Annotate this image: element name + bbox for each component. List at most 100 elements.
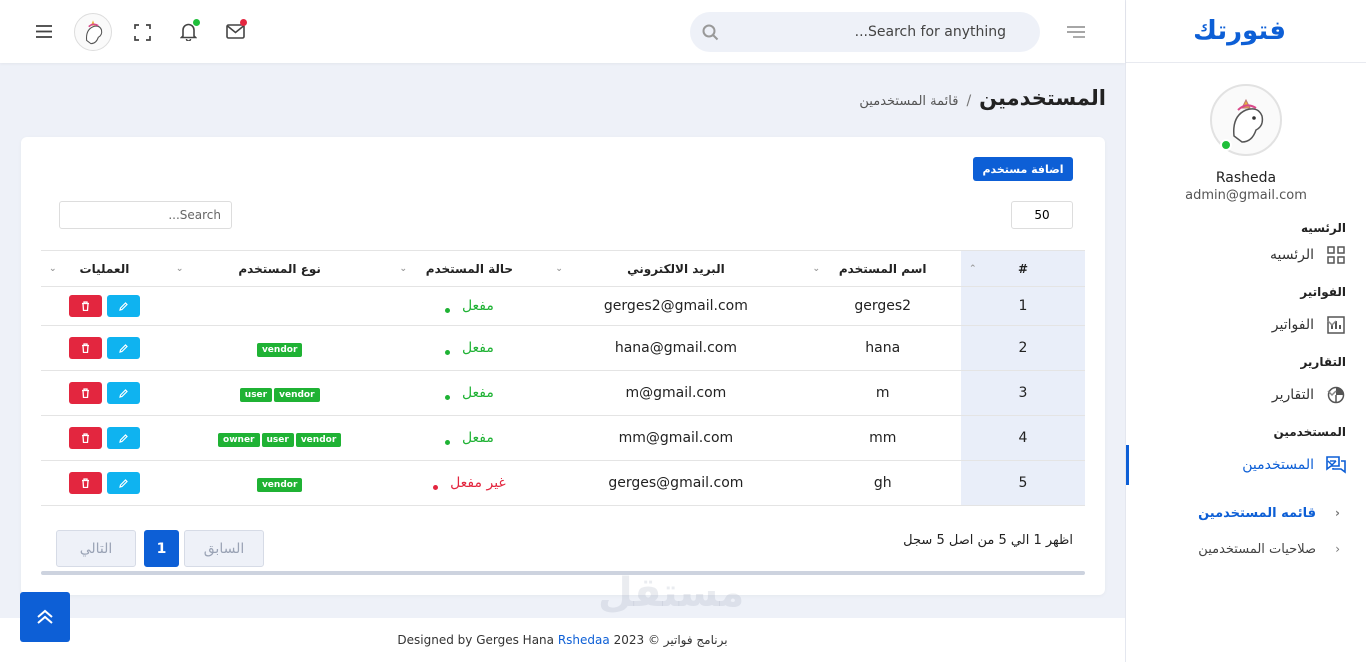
pagination-page-1[interactable]: 1: [144, 530, 179, 567]
cell-status: مفعل: [391, 415, 548, 461]
fullscreen-icon[interactable]: [134, 24, 151, 41]
trash-icon: [81, 433, 89, 443]
sidebar-item-home[interactable]: الرئسيه: [1126, 235, 1366, 275]
delete-button[interactable]: [68, 427, 102, 449]
sort-icon: ⌃: [969, 264, 977, 274]
page-title: المستخدمين: [979, 86, 1106, 110]
page-length-select[interactable]: [1011, 201, 1073, 229]
role-badge: owner: [218, 432, 260, 447]
mail-icon[interactable]: [226, 24, 245, 39]
delete-button[interactable]: [68, 295, 102, 317]
header-avatar[interactable]: [74, 13, 112, 51]
status-badge: مفعل: [444, 298, 494, 314]
cell-user-type: vendor: [167, 325, 392, 371]
status-dot: [444, 439, 450, 445]
section-title-users: المستخدمين: [1273, 425, 1346, 439]
edit-button[interactable]: [106, 382, 140, 404]
pagination-next-button[interactable]: التالي: [56, 530, 136, 567]
column-header-type[interactable]: نوع المستخدم ⌄: [167, 250, 392, 287]
role-badge: vendor: [256, 342, 303, 357]
hamburger-menu-icon[interactable]: [35, 24, 53, 39]
pencil-icon: [119, 433, 128, 443]
trash-icon: [81, 388, 89, 398]
sidebar-subitem-users-permissions[interactable]: ‹ صلاحيات المستخدمين: [1126, 531, 1366, 567]
cell-status: مفعل: [391, 286, 548, 326]
sidebar: فتورتك Rasheda admin@gmail.com الرئسيه ا…: [1125, 0, 1366, 662]
sidebar-item-reports[interactable]: التقارير: [1126, 375, 1366, 415]
cell-username: m: [804, 370, 961, 416]
pagination-prev-button[interactable]: السابق: [184, 530, 264, 567]
status-dot: [444, 307, 450, 313]
double-chevron-up-icon: [37, 609, 53, 624]
chevron-down-icon: [1327, 390, 1337, 397]
column-header-name[interactable]: اسم المستخدم ⌄: [804, 250, 961, 287]
edit-button[interactable]: [106, 337, 140, 359]
footer-link[interactable]: Rshedaa: [558, 633, 610, 647]
breadcrumb[interactable]: قائمة المستخدمين: [859, 94, 958, 109]
cell-username: mm: [804, 415, 961, 461]
profile-name: Rasheda: [1215, 170, 1277, 186]
sidebar-item-label: المستخدمين: [1242, 457, 1314, 473]
chevron-left-icon: ‹: [1335, 506, 1340, 520]
align-menu-icon[interactable]: [1066, 25, 1086, 39]
delete-button[interactable]: [68, 472, 102, 494]
sidebar-item-label: الرئسيه: [1270, 247, 1314, 263]
status-dot: [444, 349, 450, 355]
sidebar-item-users[interactable]: المستخدمين: [1126, 445, 1366, 485]
delete-button[interactable]: [68, 382, 102, 404]
chevron-left-icon: ‹: [1335, 542, 1340, 556]
online-status-dot: [1220, 139, 1232, 151]
column-header-status[interactable]: حالة المستخدم ⌄: [391, 250, 548, 287]
mail-dot: [240, 19, 247, 26]
table-row: 2 hana hana@gmail.com مفعل vendor: [41, 325, 1085, 371]
table-info: اظهر 1 الي 5 من اصل 5 سجل: [903, 533, 1073, 548]
table-header-row: # ⌃ اسم المستخدم ⌄ البريد الالكتروني ⌄ حالة…: [41, 250, 1085, 287]
cell-username: gh: [804, 460, 961, 506]
table-search-input[interactable]: [59, 201, 232, 229]
sidebar-subitem-users-list[interactable]: ‹ قائمه المستخدمين: [1126, 495, 1366, 531]
avatar[interactable]: [1210, 84, 1282, 156]
edit-button[interactable]: [106, 427, 140, 449]
cell-actions: [41, 286, 168, 326]
cell-email: m@gmail.com: [547, 370, 805, 416]
role-badge: user: [239, 387, 273, 402]
status-badge: مفعل: [444, 430, 494, 446]
cell-actions: [41, 325, 168, 371]
user-profile: Rasheda admin@gmail.com: [1126, 63, 1366, 203]
breadcrumb-separator: /: [966, 93, 972, 109]
cell-email: mm@gmail.com: [547, 415, 805, 461]
edit-button[interactable]: [106, 472, 140, 494]
delete-button[interactable]: [68, 337, 102, 359]
cell-index: 2: [961, 325, 1085, 371]
brand-logo[interactable]: فتورتك: [1126, 0, 1366, 63]
sort-icon: ⌄: [399, 264, 408, 274]
role-badge: vendor: [256, 477, 303, 492]
cell-status: مفعل: [391, 370, 548, 416]
edit-button[interactable]: [106, 295, 140, 317]
section-title-home: الرئسيه: [1301, 221, 1346, 235]
role-badge: vendor: [295, 432, 342, 447]
cell-user-type: vendor: [167, 460, 392, 506]
chevron-down-icon: [1327, 320, 1337, 327]
horizontal-scrollbar[interactable]: [41, 571, 1085, 575]
table-row: 1 gerges2 gerges2@gmail.com مفعل: [41, 286, 1085, 326]
footer: برنامج فواتير © 2023 Designed by Gerges …: [0, 618, 1125, 662]
sidebar-item-invoices[interactable]: الفواتير: [1126, 305, 1366, 345]
scroll-to-top-button[interactable]: [20, 592, 70, 642]
cell-status: غير مفعل: [391, 460, 548, 506]
cell-email: gerges@gmail.com: [547, 460, 805, 506]
sort-icon: ⌄: [49, 264, 57, 274]
column-header-actions[interactable]: العمليات ⌄: [41, 250, 168, 287]
search-input[interactable]: [730, 12, 1030, 52]
global-search: [690, 12, 1040, 52]
sidebar-item-label: الفواتير: [1271, 317, 1314, 333]
page-header: المستخدمين / قائمة المستخدمين: [859, 86, 1106, 110]
pencil-icon: [119, 301, 128, 311]
column-header-email[interactable]: البريد الالكتروني ⌄: [547, 250, 805, 287]
add-user-button[interactable]: اضافة مستخدم: [973, 157, 1073, 181]
section-title-reports: التقارير: [1300, 355, 1346, 369]
column-header-index[interactable]: # ⌃: [961, 250, 1085, 287]
cell-email: hana@gmail.com: [547, 325, 805, 371]
trash-icon: [81, 343, 89, 353]
watermark: مستقل: [598, 570, 745, 616]
